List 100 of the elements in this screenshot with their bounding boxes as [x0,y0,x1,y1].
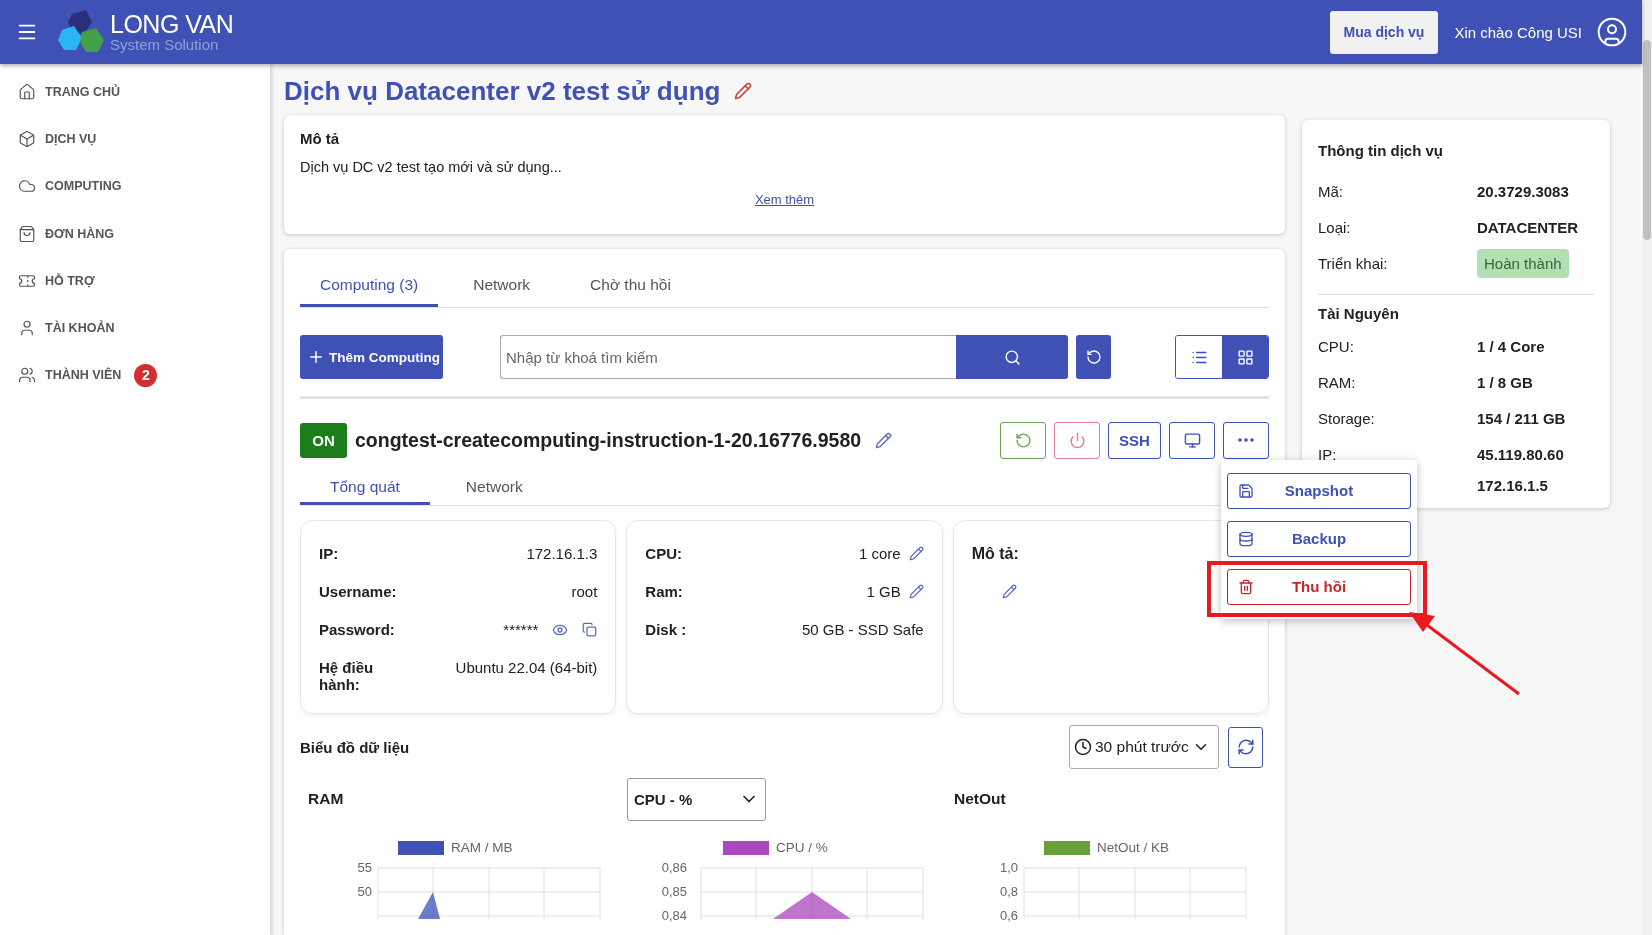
tab[interactable]: Tổng quát [300,471,430,505]
monitor-button[interactable] [1169,421,1215,459]
status-badge: Hoàn thành [1477,248,1569,278]
sidebar-item[interactable]: HỖ TRỢ [0,257,270,305]
home-icon [18,82,36,101]
ssh-button[interactable]: SSH [1108,421,1161,459]
restart-icon [1014,431,1032,449]
area-shape [418,892,440,919]
menu-item[interactable]: Snapshot [1227,472,1411,509]
description-text: Dịch vụ DC v2 test tạo mới và sử dụng... [300,158,563,175]
legend-label: RAM / MB [451,840,513,855]
field-value: 1 / 8 GB [1477,373,1533,391]
power-icon [1068,431,1086,449]
plus-icon [307,348,325,366]
axis-tick-label: 0,8 [999,884,1018,899]
buy-button[interactable]: Mua dịch vụ [1329,10,1439,54]
computing-name: congtest-createcomputing-instruction-1-20.16776.9580 [355,428,862,452]
chart-title: NetOut [954,790,1006,808]
menu-item[interactable]: Backup [1227,520,1411,557]
field-label: CPU: [645,545,683,562]
field-value: 172.16.1.5 [1477,476,1548,494]
field-value: DATACENTER [1477,218,1579,236]
legend-label: CPU / % [776,840,828,855]
axis-tick-label: 55 [357,860,372,875]
field-value: ****** [503,621,539,638]
refresh-icon [1236,738,1255,756]
time-range-select[interactable]: 30 phút trước [1069,725,1219,769]
field-label: Username: [319,583,398,600]
section-title: Biểu đồ dữ liệu [300,738,410,756]
tab[interactable]: Network [453,265,551,307]
field-label: Ram: [645,583,684,600]
reload-button[interactable] [1076,335,1111,379]
cube-icon [18,129,36,148]
panel-heading: Thông tin dịch vụ [1318,142,1444,159]
field-value: 154 / 211 GB [1477,409,1566,427]
more-icon [1238,438,1254,442]
sidebar-item[interactable]: TÀI KHOẢN [0,304,270,352]
grid-icon [1236,348,1254,366]
see-more-link[interactable]: Xem thêm [754,191,815,207]
search-field[interactable]: Nhập từ khoá tìm kiếm [500,335,956,379]
copy-icon[interactable] [582,622,598,637]
sidebar-item[interactable]: THÀNH VIÊN 2 [0,351,270,400]
monitor-icon [1183,431,1201,449]
field-label: IP: [319,545,340,562]
panel-heading: Tài Nguyên [1318,305,1400,322]
refresh-button[interactable] [1228,726,1263,768]
status-badge: ON [300,422,347,458]
field-label: Disk : [645,621,688,638]
field-label: Loại: [1318,218,1352,236]
tab[interactable]: Computing (3) [300,265,439,307]
clock-icon [1074,738,1092,756]
field-label: IP: [1318,445,1337,463]
metric-select[interactable]: CPU - % [627,777,766,821]
page-title: Dịch vụ Datacenter v2 test sử dụng [284,75,721,107]
tab[interactable]: Chờ thu hồi [570,265,691,307]
power-button[interactable] [1054,421,1100,459]
sidebar-item[interactable]: COMPUTING [0,162,270,210]
field-label: Password: [319,621,396,638]
field-value: 45.119.80.60 [1477,445,1564,463]
axis-tick-label: 0,6 [999,908,1018,923]
field-value: 172.16.1.3 [526,545,598,562]
users-icon [18,366,36,385]
grid-view-button[interactable] [1222,336,1268,378]
search-icon [1003,348,1021,366]
scrollbar[interactable] [1642,0,1652,935]
axis-tick-label: 50 [357,884,372,899]
user-icon[interactable] [1596,16,1628,48]
field-label: RAM: [1318,373,1356,391]
sidebar-item[interactable]: DỊCH VỤ [0,115,270,163]
axis-tick-label: 1,0 [999,860,1018,875]
sidebar-item[interactable]: ĐƠN HÀNG [0,209,270,258]
field-label: Triển khai: [1318,254,1389,272]
add-computing-button[interactable]: Thêm Computing [300,335,443,379]
field-value: 1 GB [866,583,901,600]
field-value: root [571,583,598,600]
field-value: 1 / 4 Core [1477,337,1545,355]
trash-icon [1238,578,1254,595]
card-heading: Mô tả [300,129,341,147]
field-label: Mã: [1318,182,1344,200]
tab[interactable]: Network [429,471,559,505]
field-label: CPU: [1318,337,1354,355]
field-label: Storage: [1318,409,1375,427]
axis-tick-label: 0,86 [661,860,687,875]
axis-tick-label: 0,84 [661,908,687,923]
restart-button[interactable] [1000,421,1046,459]
field-value: Ubuntu 22.04 (64-bit) [455,659,598,676]
legend-label: NetOut / KB [1097,840,1170,855]
count-badge: 2 [134,363,158,387]
bag-icon [18,224,36,243]
chart-title: RAM [308,790,344,808]
logo-tagline: System Solution [110,37,220,52]
field-label: Mô tả: [971,545,1020,563]
sidebar-item[interactable]: TRANG CHỦ [0,68,270,116]
database-icon [1238,530,1254,547]
greeting: Xin chào Công USI [1454,23,1582,41]
field-value: 50 GB - SSD Safe [801,621,924,638]
axis-tick-label: 0,85 [661,884,687,899]
floppy-icon [1238,482,1254,499]
more-button[interactable] [1223,421,1269,459]
reload-icon [1085,349,1102,365]
